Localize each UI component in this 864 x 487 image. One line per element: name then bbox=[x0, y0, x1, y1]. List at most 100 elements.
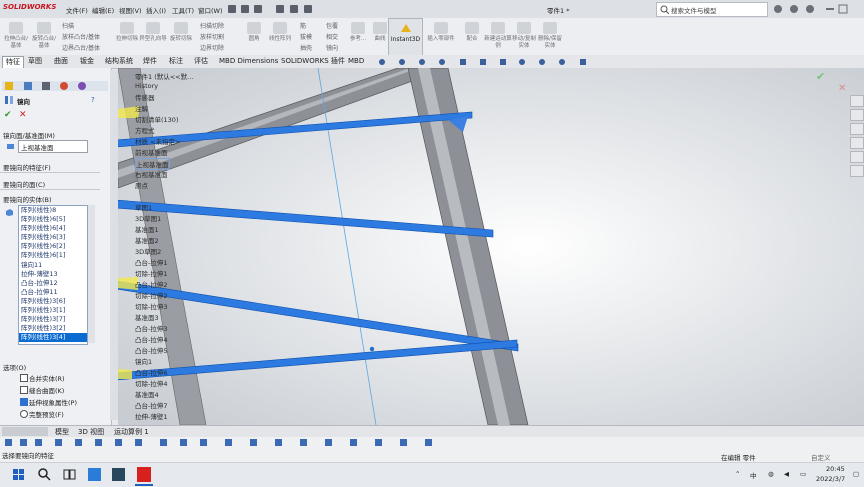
tree-item[interactable]: 材质 <未指定> bbox=[135, 136, 180, 146]
tab-weldments[interactable]: 焊件 bbox=[143, 56, 157, 67]
list-item[interactable]: 拉伸-薄壁13 bbox=[19, 270, 87, 279]
tree-item[interactable]: 3D草图1 bbox=[135, 213, 161, 223]
volume-icon[interactable]: ◀ bbox=[784, 470, 789, 478]
insert-component-button[interactable]: 插入零部件 bbox=[424, 22, 458, 54]
tree-item[interactable]: 基准面2 bbox=[135, 235, 159, 245]
tab-mbd[interactable]: MBD bbox=[348, 56, 364, 67]
tree-item[interactable]: 凸台-拉伸6 bbox=[135, 367, 167, 377]
sweep-button[interactable]: 扫描 bbox=[62, 21, 74, 30]
search-input[interactable]: 搜索文件与模型 bbox=[656, 2, 768, 17]
help-user-icons[interactable] bbox=[772, 3, 852, 15]
list-item-selected[interactable]: 阵列(线性)3[4] bbox=[19, 333, 87, 343]
tree-item[interactable]: 基准面3 bbox=[135, 312, 159, 322]
delete-keep-body-button[interactable]: 删除/保留实体 bbox=[536, 22, 564, 54]
tab-sheet-metal[interactable]: 钣金 bbox=[80, 56, 94, 67]
tree-item[interactable]: 3D草图2 bbox=[135, 246, 161, 256]
list-item[interactable]: 阵列(线性)6[5] bbox=[19, 215, 87, 224]
widgets-icon[interactable] bbox=[88, 468, 101, 481]
tree-item[interactable]: 前视基准面 bbox=[135, 147, 168, 157]
list-item[interactable]: 镜向11 bbox=[19, 261, 87, 270]
confirm-cancel-icon[interactable]: ✕ bbox=[838, 83, 846, 94]
list-item[interactable]: 阵列(线性)3[1] bbox=[19, 306, 87, 315]
taskpane-explorer-icon[interactable] bbox=[850, 137, 864, 149]
tree-item[interactable]: 拉伸-薄壁1 bbox=[135, 411, 167, 421]
knit-surfaces-checkbox[interactable] bbox=[20, 386, 28, 394]
solidworks-app-icon[interactable] bbox=[137, 467, 151, 482]
tree-item[interactable]: History bbox=[135, 82, 158, 90]
tree-item[interactable]: 凸台-拉伸3 bbox=[135, 323, 167, 333]
rib-button[interactable]: 筋 bbox=[300, 21, 306, 30]
options-header[interactable]: 选项(O) bbox=[3, 362, 26, 372]
tree-item[interactable]: 凸台-拉伸2 bbox=[135, 279, 167, 289]
list-item[interactable]: 阵列(线性)6[1] bbox=[19, 251, 87, 260]
tree-item[interactable]: 切割清单(130) bbox=[135, 114, 178, 124]
confirm-ok-icon[interactable]: ✔ bbox=[816, 70, 825, 83]
clock-date[interactable]: 2022/3/7 bbox=[816, 475, 845, 483]
draft-button[interactable]: 拔模 bbox=[300, 32, 312, 41]
tree-item[interactable]: 切除-拉伸4 bbox=[135, 378, 167, 388]
menu-view[interactable]: 视图(V) bbox=[119, 5, 142, 15]
instant3d-button[interactable]: Instant3D bbox=[388, 18, 423, 56]
mate-button[interactable]: 配合 bbox=[458, 22, 486, 54]
boundary-boss-button[interactable]: 边界凸台/基体 bbox=[62, 43, 100, 52]
terminal-app-icon[interactable] bbox=[112, 468, 125, 481]
list-item[interactable]: 阵列(线性)6[4] bbox=[19, 224, 87, 233]
tab-solidworks-addins[interactable]: SOLIDWORKS 插件 bbox=[281, 56, 345, 67]
list-item[interactable]: 阵列(线性)3[2] bbox=[19, 324, 87, 333]
units-dropdown[interactable]: 自定义 bbox=[811, 452, 831, 462]
tab-surfaces[interactable]: 曲面 bbox=[54, 56, 68, 67]
network-icon[interactable]: ◍ bbox=[768, 470, 774, 478]
taskpane-custom-props-icon[interactable] bbox=[850, 165, 864, 177]
heads-up-view-toolbar[interactable] bbox=[372, 56, 602, 67]
new-motion-study-button[interactable]: 新建运动算例 bbox=[484, 22, 512, 54]
hole-wizard-button[interactable]: 异型孔向导 bbox=[139, 22, 167, 54]
shell-button[interactable]: 抽壳 bbox=[300, 43, 312, 52]
faces-to-mirror-header[interactable]: 要镜向的面(C) bbox=[3, 179, 45, 189]
tab-nav-arrows[interactable] bbox=[2, 427, 48, 436]
sketch-toolbar[interactable] bbox=[0, 437, 440, 448]
cancel-x-icon[interactable]: ✕ bbox=[19, 110, 27, 120]
list-item[interactable]: 阵列(线性)3[6] bbox=[19, 297, 87, 306]
linear-pattern-button[interactable]: 线性阵列 bbox=[266, 22, 294, 54]
taskpane-home-icon[interactable] bbox=[850, 95, 864, 107]
tree-item[interactable]: 镜向1 bbox=[135, 356, 152, 366]
clock-time[interactable]: 20:45 bbox=[826, 465, 845, 473]
propagate-visual-checkbox[interactable] bbox=[20, 398, 28, 406]
extrude-boss-button[interactable]: 拉伸凸台/基体 bbox=[2, 22, 30, 54]
taskpane-library-icon[interactable] bbox=[850, 123, 864, 135]
tree-item[interactable]: 基准面1 bbox=[135, 224, 159, 234]
bodies-to-mirror-header[interactable]: 要镜向的实体(B) bbox=[3, 194, 52, 204]
ok-check-icon[interactable]: ✔ bbox=[4, 110, 12, 120]
list-item[interactable]: 阵列(线性)3[7] bbox=[19, 315, 87, 324]
extrude-cut-button[interactable]: 拉伸切除 bbox=[113, 22, 141, 54]
tab-model[interactable]: 模型 bbox=[55, 427, 69, 437]
list-item[interactable]: 凸台-拉伸11 bbox=[19, 288, 87, 297]
ime-indicator[interactable]: 中 bbox=[750, 470, 757, 480]
taskpane-resources-icon[interactable] bbox=[850, 109, 864, 121]
battery-icon[interactable]: ▭ bbox=[800, 470, 806, 478]
tree-item[interactable]: 注解 bbox=[135, 103, 148, 113]
tree-item[interactable]: 方程式 bbox=[135, 125, 155, 135]
tree-root[interactable]: 零件1 (默认<<默... bbox=[135, 71, 193, 81]
tab-evaluate[interactable]: 评估 bbox=[194, 56, 208, 67]
tree-item[interactable]: 原点 bbox=[135, 180, 148, 190]
fillet-button[interactable]: 圆角 bbox=[240, 22, 268, 54]
tree-item[interactable]: 凸台-拉伸4 bbox=[135, 334, 167, 344]
tab-motion-study[interactable]: 运动算例 1 bbox=[114, 427, 149, 437]
revolve-boss-button[interactable]: 旋转凸台/基体 bbox=[30, 22, 58, 54]
menu-window[interactable]: 窗口(W) bbox=[198, 5, 223, 15]
move-copy-body-button[interactable]: 移动/复制实体 bbox=[510, 22, 538, 54]
list-item[interactable]: 凸台-拉伸12 bbox=[19, 279, 87, 288]
mirror-button[interactable]: 镜向 bbox=[326, 43, 338, 52]
taskpane-appearance-icon[interactable] bbox=[850, 151, 864, 163]
mirror-face-field[interactable]: 上视基准面 bbox=[18, 140, 88, 153]
help-icon[interactable]: ? bbox=[91, 96, 95, 104]
intersect-button[interactable]: 相交 bbox=[326, 32, 338, 41]
list-item[interactable]: 阵列(线性)8 bbox=[19, 206, 87, 215]
tray-expand-icon[interactable]: ⌃ bbox=[735, 470, 740, 478]
menu-insert[interactable]: 插入(I) bbox=[146, 5, 166, 15]
graphics-area[interactable] bbox=[115, 67, 864, 426]
wrap-button[interactable]: 包覆 bbox=[326, 21, 338, 30]
windows-start-icon[interactable] bbox=[13, 469, 25, 481]
menu-edit[interactable]: 编辑(E) bbox=[92, 5, 114, 15]
